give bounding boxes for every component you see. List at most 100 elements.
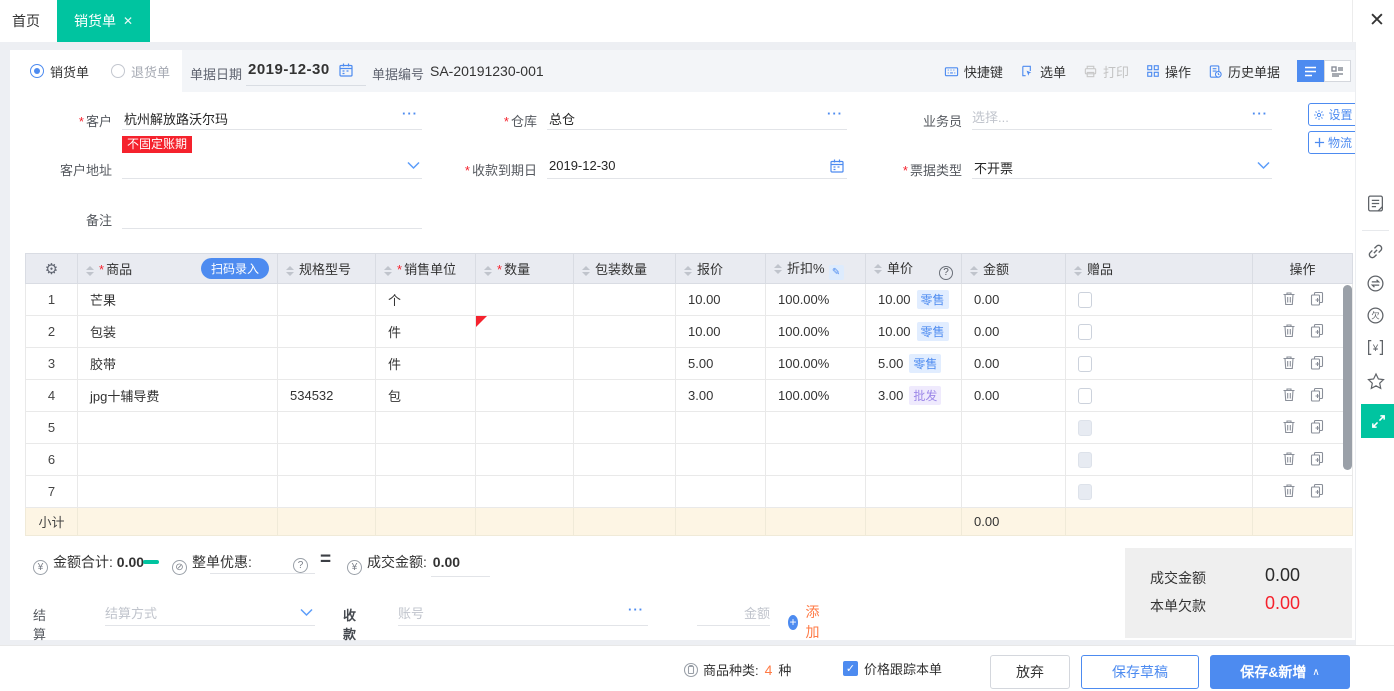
cancel-button[interactable]: 放弃 bbox=[990, 655, 1070, 689]
column-settings-cell[interactable]: ⚙ bbox=[26, 254, 78, 284]
cell-gift[interactable] bbox=[1066, 316, 1253, 348]
history-orders-button[interactable]: 历史单据 bbox=[1208, 62, 1280, 81]
help-icon[interactable]: ? bbox=[939, 266, 953, 280]
col-header[interactable]: 赠品 bbox=[1066, 254, 1253, 284]
customer-field[interactable]: 杭州解放路沃尔玛 ··· bbox=[122, 106, 422, 130]
cell-product[interactable]: 胶带 bbox=[78, 348, 278, 380]
save-draft-button[interactable]: 保存草稿 bbox=[1081, 655, 1199, 689]
cell-quote[interactable] bbox=[676, 444, 766, 476]
cell-price[interactable]: 10.00零售 bbox=[866, 316, 962, 348]
add-payment-button[interactable]: + 添加 bbox=[788, 602, 822, 642]
calendar-icon[interactable] bbox=[338, 62, 354, 81]
gift-checkbox[interactable] bbox=[1078, 356, 1092, 372]
cell-unit[interactable] bbox=[376, 412, 476, 444]
cell-price[interactable]: 5.00零售 bbox=[866, 348, 962, 380]
copy-row-icon[interactable] bbox=[1310, 387, 1324, 405]
delete-row-icon[interactable] bbox=[1282, 451, 1296, 469]
expand-icon[interactable] bbox=[1361, 404, 1394, 438]
cell-spec[interactable] bbox=[278, 476, 376, 508]
settle-method-select[interactable] bbox=[105, 602, 315, 626]
help-icon[interactable]: ? bbox=[293, 552, 308, 573]
cell-qty[interactable] bbox=[476, 380, 574, 412]
pick-order-button[interactable]: 选单 bbox=[1020, 62, 1066, 81]
address-field[interactable] bbox=[122, 155, 422, 179]
list-view-toggle[interactable] bbox=[1297, 60, 1324, 82]
tab-sales-order[interactable]: 销货单 ✕ bbox=[57, 0, 150, 42]
cell-unit[interactable] bbox=[376, 476, 476, 508]
delete-row-icon[interactable] bbox=[1282, 355, 1296, 373]
note-icon[interactable] bbox=[1366, 194, 1385, 216]
cell-product[interactable] bbox=[78, 412, 278, 444]
delete-row-icon[interactable] bbox=[1282, 419, 1296, 437]
col-header[interactable]: *商品扫码录入 bbox=[78, 254, 278, 284]
cell-unit[interactable] bbox=[376, 444, 476, 476]
cell-qty[interactable] bbox=[476, 348, 574, 380]
radio-sales-order[interactable]: 销货单 bbox=[30, 62, 89, 81]
cell-product[interactable]: jpg十辅导费 bbox=[78, 380, 278, 412]
copy-row-icon[interactable] bbox=[1310, 419, 1324, 437]
cell-product[interactable] bbox=[78, 444, 278, 476]
cell-gift[interactable] bbox=[1066, 444, 1253, 476]
more-dots-icon[interactable]: ··· bbox=[402, 106, 418, 121]
order-date-value[interactable]: 2019-12-30 bbox=[248, 61, 330, 78]
radio-return-order[interactable]: 退货单 bbox=[111, 62, 170, 81]
cell-price[interactable]: 10.00零售 bbox=[866, 284, 962, 316]
cell-pkg-qty[interactable] bbox=[574, 444, 676, 476]
cell-product[interactable]: 芒果 bbox=[78, 284, 278, 316]
cell-amount[interactable] bbox=[962, 412, 1066, 444]
delete-row-icon[interactable] bbox=[1282, 387, 1296, 405]
cell-pkg-qty[interactable] bbox=[574, 348, 676, 380]
cell-quote[interactable] bbox=[676, 412, 766, 444]
sort-icon[interactable] bbox=[86, 266, 94, 276]
receive-account-input[interactable] bbox=[398, 602, 648, 624]
remark-input[interactable] bbox=[122, 205, 422, 227]
window-close-icon[interactable]: ✕ bbox=[1364, 8, 1390, 34]
cell-amount[interactable] bbox=[962, 476, 1066, 508]
link-icon[interactable] bbox=[1366, 242, 1385, 264]
cell-qty[interactable] bbox=[476, 284, 574, 316]
cell-discount[interactable] bbox=[766, 444, 866, 476]
copy-row-icon[interactable] bbox=[1310, 323, 1324, 341]
cell-spec[interactable] bbox=[278, 284, 376, 316]
tab-home[interactable]: 首页 bbox=[0, 0, 52, 42]
cell-gift[interactable] bbox=[1066, 412, 1253, 444]
salesman-field[interactable]: ··· bbox=[972, 106, 1272, 130]
sort-icon[interactable] bbox=[484, 266, 492, 276]
shortcut-keys-button[interactable]: 快捷键 bbox=[944, 62, 1003, 81]
cell-amount[interactable] bbox=[962, 444, 1066, 476]
cell-spec[interactable] bbox=[278, 348, 376, 380]
cell-price[interactable] bbox=[866, 444, 962, 476]
remark-field[interactable] bbox=[122, 205, 422, 229]
due-date-field[interactable]: 2019-12-30 bbox=[547, 155, 847, 179]
star-icon[interactable] bbox=[1366, 372, 1386, 395]
detail-view-toggle[interactable] bbox=[1324, 60, 1351, 82]
sort-icon[interactable] bbox=[684, 266, 692, 276]
settings-button[interactable]: 设置 bbox=[1308, 103, 1358, 126]
copy-row-icon[interactable] bbox=[1310, 483, 1324, 501]
cell-spec[interactable]: 534532 bbox=[278, 380, 376, 412]
logistics-button[interactable]: 物流 bbox=[1308, 131, 1358, 154]
cell-spec[interactable] bbox=[278, 412, 376, 444]
cell-discount[interactable]: 100.00% bbox=[766, 380, 866, 412]
sort-icon[interactable] bbox=[874, 264, 882, 274]
cell-spec[interactable] bbox=[278, 316, 376, 348]
more-dots-icon[interactable]: ··· bbox=[628, 602, 644, 617]
address-input[interactable] bbox=[122, 155, 422, 177]
chevron-down-icon[interactable] bbox=[1257, 158, 1270, 173]
cell-discount[interactable]: 100.00% bbox=[766, 316, 866, 348]
cell-amount[interactable]: 0.00 bbox=[962, 348, 1066, 380]
cell-gift[interactable] bbox=[1066, 476, 1253, 508]
delete-row-icon[interactable] bbox=[1282, 291, 1296, 309]
cell-qty[interactable] bbox=[476, 316, 574, 348]
cell-qty[interactable] bbox=[476, 476, 574, 508]
cell-quote[interactable]: 3.00 bbox=[676, 380, 766, 412]
cell-quote[interactable]: 5.00 bbox=[676, 348, 766, 380]
cell-pkg-qty[interactable] bbox=[574, 284, 676, 316]
transfer-icon[interactable] bbox=[1366, 274, 1385, 296]
cell-unit[interactable]: 件 bbox=[376, 348, 476, 380]
delete-row-icon[interactable] bbox=[1282, 323, 1296, 341]
chevron-down-icon[interactable] bbox=[407, 158, 420, 173]
table-scrollbar[interactable] bbox=[1343, 285, 1352, 470]
cell-discount[interactable]: 100.00% bbox=[766, 348, 866, 380]
delete-row-icon[interactable] bbox=[1282, 483, 1296, 501]
